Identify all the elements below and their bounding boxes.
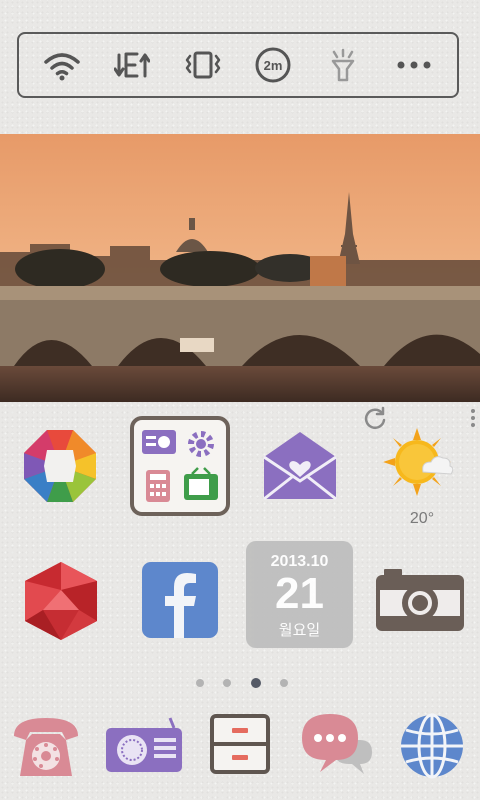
radio-icon [106,717,182,772]
ruby-app[interactable] [22,560,100,642]
tools-folder[interactable] [130,416,230,516]
wifi-toggle[interactable] [40,43,84,87]
page-dot-active[interactable] [250,678,261,688]
photo-widget[interactable] [0,134,480,402]
octagon-ring-icon [24,430,96,502]
red-gem-icon [25,562,97,640]
folder-grid-icon [130,416,230,516]
data-sync-toggle[interactable] [110,43,154,87]
more-icon [397,61,431,69]
vibrate-toggle[interactable] [181,43,225,87]
calendar-widget[interactable]: 2013.10 21 월요일 [246,541,353,648]
facebook-app[interactable] [141,561,219,639]
browser-app[interactable] [398,712,466,780]
paris-sunset-image [0,134,480,402]
vertical-dots-icon [471,409,475,427]
quick-settings-bar: 2m [17,32,459,98]
chat-bubbles-icon [302,714,372,774]
page-dot[interactable] [223,679,232,687]
widget-menu-button[interactable] [470,408,476,428]
files-app[interactable] [209,713,271,775]
radio-app[interactable] [104,715,184,775]
timer-icon: 2m [255,47,291,83]
page-indicator [196,677,288,689]
page-dot[interactable] [279,679,288,687]
more-options-toggle[interactable] [392,43,436,87]
calendar-weekday: 월요일 [278,622,321,639]
screen-timeout-toggle[interactable]: 2m [251,43,295,87]
envelope-heart-icon [263,432,337,501]
app-store-app[interactable] [20,426,100,506]
rotary-phone-icon [14,718,78,776]
vibrate-icon [185,51,221,79]
sun-cloud-icon [383,428,454,496]
globe-icon [401,713,463,779]
camera-icon [376,569,464,631]
drawer-cabinet-icon [210,714,270,774]
data-transfer-icon [114,52,151,78]
page-dot[interactable] [196,679,204,687]
flashlight-icon [332,48,355,82]
flashlight-toggle[interactable] [321,43,365,87]
phone-app[interactable] [10,713,82,781]
calendar-day: 21 [275,569,324,618]
messaging-app[interactable] [300,712,374,778]
messages-mail-app[interactable] [259,428,341,504]
weather-temperature: 20° [409,510,435,527]
wifi-icon [44,53,80,81]
facebook-icon [142,562,218,638]
camera-app[interactable] [374,566,466,634]
weather-widget[interactable] [383,428,455,498]
screen-timeout-label: 2m [264,58,283,73]
